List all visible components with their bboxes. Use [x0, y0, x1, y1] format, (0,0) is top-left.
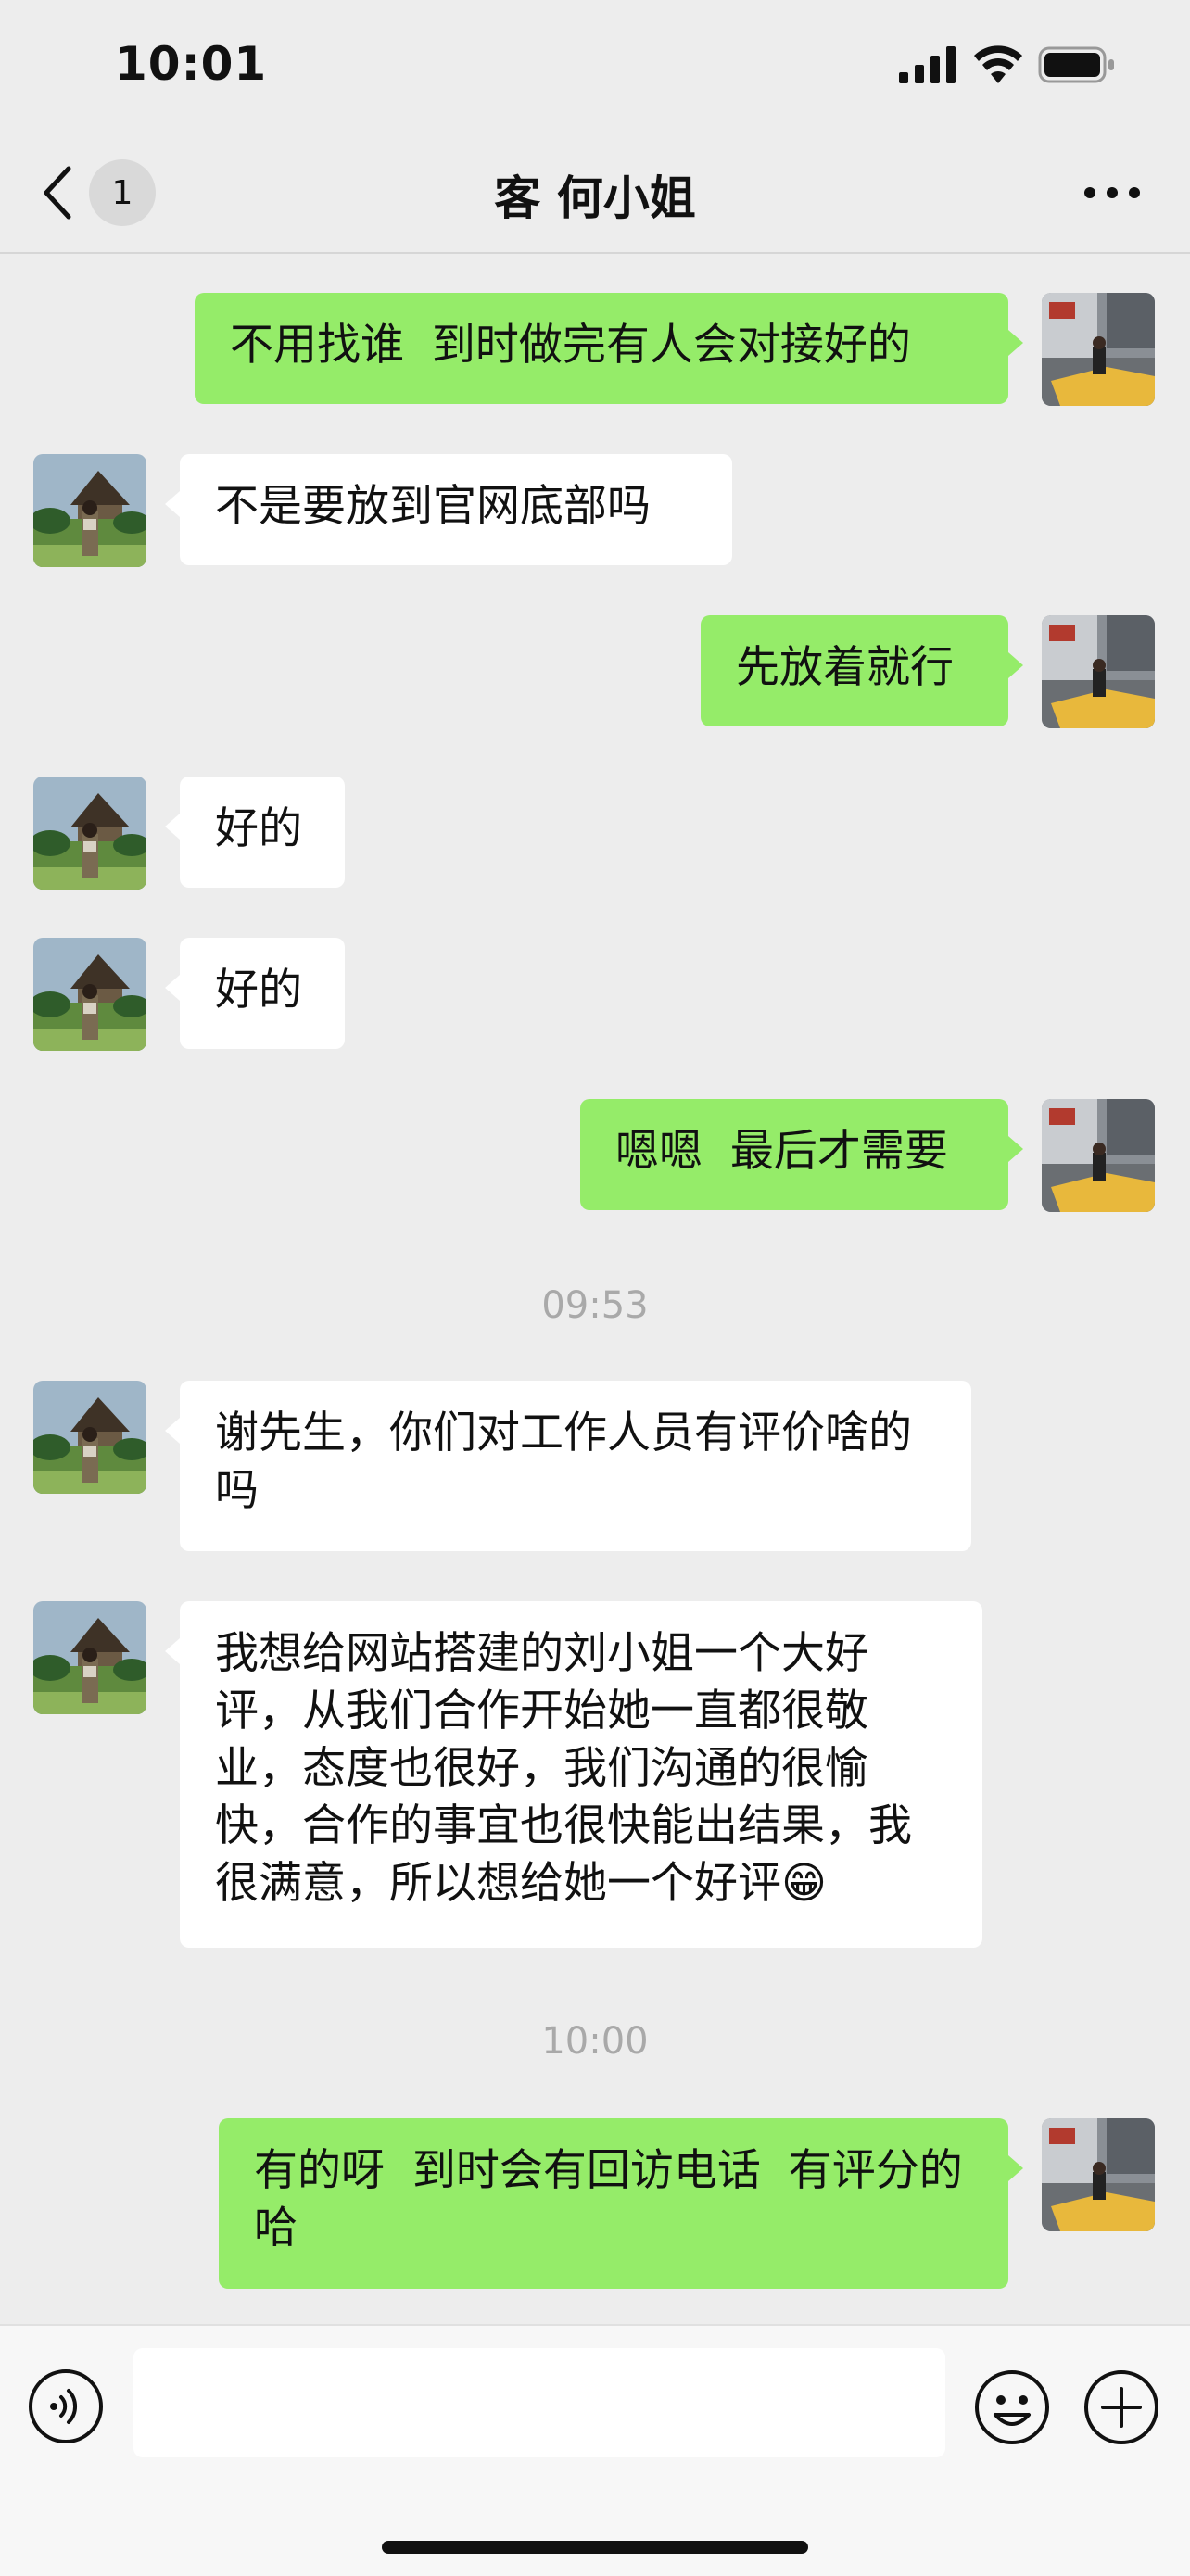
battery-icon [1038, 46, 1114, 83]
contact-avatar[interactable] [33, 454, 146, 567]
outgoing-message-bubble[interactable]: 先放着就行 [701, 615, 1023, 726]
incoming-message-bubble[interactable]: 好的 [165, 777, 345, 888]
home-indicator [382, 2541, 808, 2554]
outgoing-message-bubble[interactable]: 嗯嗯 最后才需要 [580, 1099, 1023, 1210]
incoming-message-bubble[interactable]: 好的 [165, 938, 345, 1049]
timestamp: 09:53 [541, 1284, 649, 1327]
my-avatar[interactable] [1042, 293, 1155, 406]
cellular-signal-icon [899, 46, 956, 83]
contact-avatar[interactable] [33, 1381, 146, 1494]
contact-avatar[interactable] [33, 777, 146, 890]
chat-header: 1 客 何小姐 [0, 130, 1190, 254]
chat-title: 客 何小姐 [494, 171, 696, 225]
status-bar: 10:01 [0, 0, 1190, 130]
voice-icon[interactable] [28, 2368, 104, 2444]
my-avatar[interactable] [1042, 2118, 1155, 2231]
contact-avatar[interactable] [33, 1601, 146, 1714]
plus-icon[interactable] [1082, 2368, 1160, 2446]
outgoing-message-bubble[interactable]: 有的呀 到时会有回访电话 有评分的哈 [219, 2118, 1023, 2289]
timestamp: 10:00 [541, 2020, 649, 2063]
outgoing-message-bubble[interactable]: 不用找谁 到时做完有人会对接好的 [195, 293, 1023, 404]
incoming-message-bubble[interactable]: 谢先生，你们对工作人员有评价啥的吗 [165, 1381, 971, 1551]
wifi-icon [974, 45, 1022, 83]
more-icon[interactable] [1082, 183, 1142, 202]
my-avatar[interactable] [1042, 615, 1155, 728]
contact-avatar[interactable] [33, 938, 146, 1051]
incoming-message-bubble[interactable]: 我想给网站搭建的刘小姐一个大好评，从我们合作开始她一直都很敬业，态度也很好，我们… [165, 1601, 982, 1948]
status-time: 10:01 [115, 37, 268, 91]
input-bar [0, 2324, 1190, 2576]
emoji-icon[interactable] [973, 2368, 1051, 2446]
my-avatar[interactable] [1042, 1099, 1155, 1212]
incoming-message-bubble[interactable]: 不是要放到官网底部吗 [165, 454, 732, 565]
message-input[interactable] [133, 2348, 945, 2457]
